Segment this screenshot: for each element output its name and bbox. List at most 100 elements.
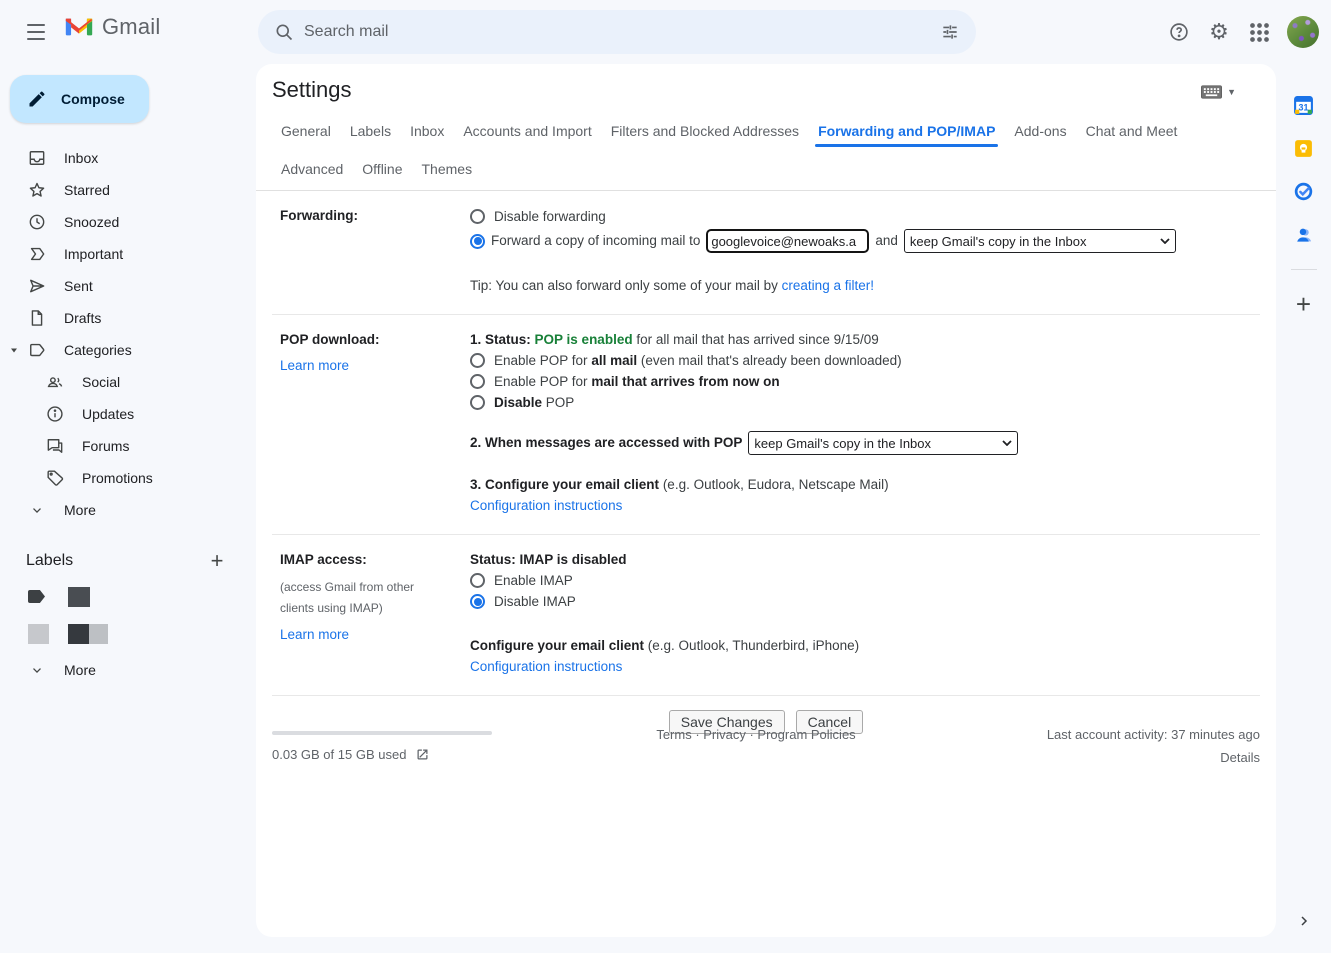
- enable-imap-option[interactable]: Enable IMAP: [470, 570, 1260, 591]
- page-title: Settings: [272, 77, 352, 103]
- imap-section-label: IMAP access:: [280, 550, 470, 570]
- sidebar-item-drafts[interactable]: Drafts: [0, 302, 256, 334]
- account-avatar[interactable]: [1287, 16, 1319, 48]
- sidebar-item-label: Updates: [82, 406, 134, 422]
- sidebar-labels-more[interactable]: More: [0, 654, 256, 686]
- enable-pop-all-mail-radio[interactable]: [470, 353, 485, 368]
- forward-copy-radio[interactable]: [470, 234, 485, 249]
- sidebar-item-more[interactable]: More: [0, 494, 256, 526]
- sidebar-item-promotions[interactable]: Promotions: [0, 462, 256, 494]
- enable-pop-from-now-option[interactable]: Enable POP for mail that arrives from no…: [470, 371, 1260, 392]
- chevron-down-icon: [27, 500, 47, 520]
- collapse-arrow-icon[interactable]: [9, 345, 19, 355]
- sidebar-item-label: Promotions: [82, 470, 153, 486]
- label-row[interactable]: [0, 578, 256, 615]
- disable-pop-radio[interactable]: [470, 395, 485, 410]
- tab-forwarding-and-pop-imap[interactable]: Forwarding and POP/IMAP: [817, 114, 996, 152]
- enable-imap-radio[interactable]: [470, 573, 485, 588]
- tab-general[interactable]: General: [280, 114, 332, 152]
- disable-imap-option[interactable]: Disable IMAP: [470, 591, 1260, 612]
- gmail-m-icon: [64, 15, 94, 39]
- info-icon: [45, 404, 65, 424]
- input-tools-button[interactable]: ▼: [1201, 85, 1236, 99]
- sidebar-item-label: Important: [64, 246, 123, 262]
- imap-section-sublabel: (access Gmail from other clients using I…: [280, 577, 450, 619]
- sidebar-item-inbox[interactable]: Inbox: [0, 142, 256, 174]
- add-label-icon[interactable]: +: [204, 548, 230, 574]
- sidebar-item-label: Drafts: [64, 310, 101, 326]
- get-addons-icon[interactable]: +: [1284, 284, 1324, 324]
- imap-status-line: Status: IMAP is disabled: [470, 550, 1260, 570]
- chat-bubbles-icon: [45, 436, 65, 456]
- disable-imap-radio[interactable]: [470, 594, 485, 609]
- label-name-redacted: [89, 624, 108, 644]
- help-icon[interactable]: [1159, 12, 1199, 52]
- forward-action-select[interactable]: keep Gmail's copy in the Inbox: [904, 229, 1176, 253]
- tab-advanced[interactable]: Advanced: [280, 152, 344, 190]
- calendar-icon[interactable]: 31: [1284, 85, 1324, 125]
- pop-action-select[interactable]: keep Gmail's copy in the Inbox: [748, 431, 1018, 455]
- sidebar-item-label: Categories: [64, 342, 132, 358]
- sidebar-item-sent[interactable]: Sent: [0, 270, 256, 302]
- compose-pencil-icon: [27, 89, 47, 109]
- sidebar-item-snoozed[interactable]: Snoozed: [0, 206, 256, 238]
- keep-icon[interactable]: [1284, 128, 1324, 168]
- tab-inbox[interactable]: Inbox: [409, 114, 445, 152]
- search-bar[interactable]: [258, 10, 976, 54]
- tab-themes[interactable]: Themes: [421, 152, 474, 190]
- pop-download-section: POP download: Learn more 1. Status: POP …: [272, 315, 1260, 535]
- contacts-icon[interactable]: [1284, 214, 1324, 254]
- enable-pop-from-now-radio[interactable]: [470, 374, 485, 389]
- tab-accounts-and-import[interactable]: Accounts and Import: [462, 114, 592, 152]
- offer-tag-icon: [45, 468, 65, 488]
- forward-address-select[interactable]: googlevoice@newoaks.a: [706, 229, 869, 253]
- footer-links[interactable]: Terms · Privacy · Program Policies: [522, 723, 990, 765]
- sidebar-item-label: Sent: [64, 278, 93, 294]
- creating-a-filter-link[interactable]: creating a filter!: [782, 278, 874, 293]
- label-color-tag-icon: [28, 624, 49, 644]
- show-side-panel-icon[interactable]: [1284, 901, 1324, 941]
- label-row[interactable]: [0, 615, 256, 652]
- imap-configuration-instructions-link[interactable]: Configuration instructions: [470, 657, 1260, 677]
- forward-copy-option[interactable]: Forward a copy of incoming mail to googl…: [470, 229, 1260, 253]
- external-link-icon[interactable]: [415, 747, 430, 762]
- sidebar-item-starred[interactable]: Starred: [0, 174, 256, 206]
- search-input[interactable]: [304, 23, 930, 41]
- storage-quota-bar: [272, 731, 492, 735]
- people-icon: [45, 372, 65, 392]
- tasks-icon[interactable]: [1284, 171, 1324, 211]
- svg-text:31: 31: [1299, 102, 1309, 112]
- settings-gear-icon[interactable]: ⚙: [1199, 12, 1239, 52]
- compose-button[interactable]: Compose: [10, 75, 149, 123]
- sidebar-item-social[interactable]: Social: [0, 366, 256, 398]
- search-icon[interactable]: [264, 12, 304, 52]
- pop-status-line: 1. Status: POP is enabled for all mail t…: [470, 330, 1260, 350]
- main-menu-icon[interactable]: [16, 12, 56, 52]
- labels-title: Labels: [26, 552, 73, 570]
- sidebar-item-updates[interactable]: Updates: [0, 398, 256, 430]
- sidebar-item-label: More: [64, 662, 96, 678]
- sidebar-item-forums[interactable]: Forums: [0, 430, 256, 462]
- disable-forwarding-option[interactable]: Disable forwarding: [470, 206, 1260, 227]
- imap-learn-more-link[interactable]: Learn more: [280, 625, 349, 645]
- google-apps-icon[interactable]: [1239, 12, 1279, 52]
- sidebar-nav: Inbox Starred Snoozed I: [0, 142, 256, 526]
- chevron-down-icon: [27, 660, 47, 680]
- tab-offline[interactable]: Offline: [361, 152, 403, 190]
- pop-learn-more-link[interactable]: Learn more: [280, 356, 349, 376]
- imap-access-section: IMAP access: (access Gmail from other cl…: [272, 535, 1260, 696]
- disable-forwarding-radio[interactable]: [470, 209, 485, 224]
- sidebar-item-categories[interactable]: Categories: [0, 334, 256, 366]
- activity-details-link[interactable]: Details: [990, 750, 1260, 765]
- side-panel-rail: 31 +: [1276, 64, 1331, 953]
- sidebar-item-important[interactable]: Important: [0, 238, 256, 270]
- search-options-icon[interactable]: [930, 12, 970, 52]
- tab-labels[interactable]: Labels: [349, 114, 392, 152]
- disable-pop-option[interactable]: Disable POP: [470, 392, 1260, 413]
- pop-configuration-instructions-link[interactable]: Configuration instructions: [470, 496, 1260, 516]
- clock-icon: [27, 212, 47, 232]
- tab-add-ons[interactable]: Add-ons: [1013, 114, 1067, 152]
- tab-filters-and-blocked-addresses[interactable]: Filters and Blocked Addresses: [610, 114, 800, 152]
- tab-chat-and-meet[interactable]: Chat and Meet: [1085, 114, 1179, 152]
- enable-pop-all-mail-option[interactable]: Enable POP for all mail (even mail that'…: [470, 350, 1260, 371]
